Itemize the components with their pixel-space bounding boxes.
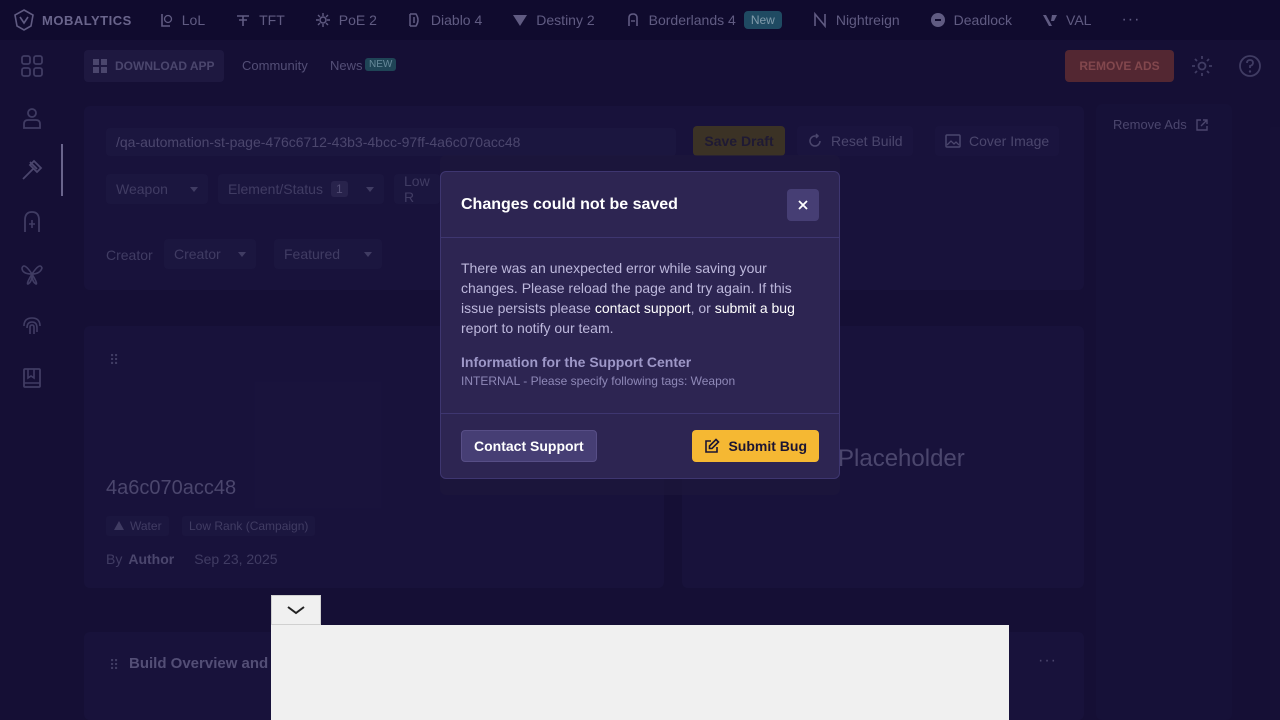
bottom-ad-slot [271,625,1009,720]
support-info-text: INTERNAL - Please specify following tags… [461,374,736,388]
message-text: , or [690,300,715,316]
modal-footer: Contact Support Submit Bug [441,414,839,478]
submit-bug-link[interactable]: submit a bug [715,300,795,316]
message-text: report to notify our team. [461,320,614,336]
close-button[interactable] [787,188,819,221]
submit-bug-label: Submit Bug [728,438,807,454]
modal-title: Changes could not be saved [461,195,678,213]
contact-support-button[interactable]: Contact Support [461,430,597,462]
close-icon [798,199,808,210]
error-modal: Changes could not be saved There was an … [440,171,840,479]
ad-collapse-button[interactable] [271,595,321,625]
chevron-down-icon [287,606,305,615]
modal-header: Changes could not be saved [441,172,839,238]
edit-icon [705,438,721,453]
error-message: There was an unexpected error while savi… [461,258,819,338]
modal-body: There was an unexpected error while savi… [441,238,839,414]
submit-bug-button[interactable]: Submit Bug [692,430,819,462]
support-info-title: Information for the Support Center [461,354,692,370]
contact-support-link[interactable]: contact support [595,300,691,316]
